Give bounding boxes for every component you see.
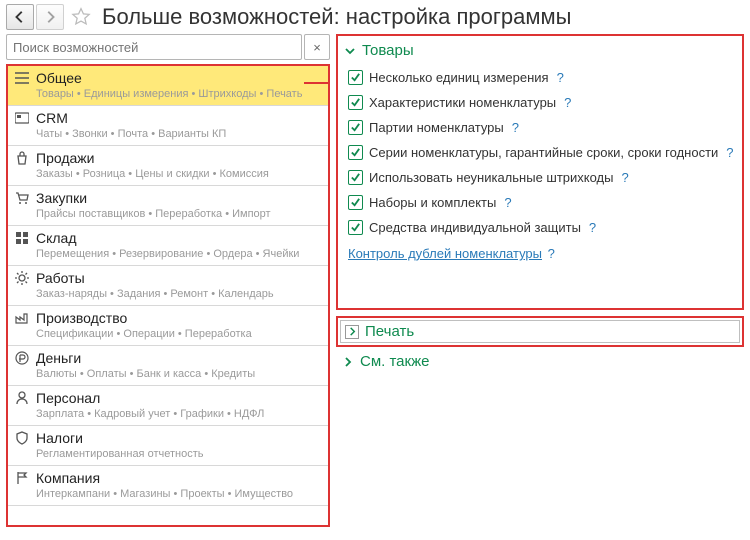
option-label: Несколько единиц измерения: [369, 70, 549, 85]
category-label: Закупки: [36, 190, 87, 206]
gear-icon: [14, 271, 30, 285]
chevron-right-icon: [345, 325, 359, 339]
grid-icon: [14, 231, 30, 245]
help-icon[interactable]: ?: [504, 195, 511, 210]
category-subtitle: Перемещения • Резервирование • Ордера • …: [36, 248, 322, 260]
help-icon[interactable]: ?: [589, 220, 596, 235]
nav-forward-button[interactable]: [36, 4, 64, 30]
category-subtitle: Зарплата • Кадровый учет • Графики • НДФ…: [36, 408, 322, 420]
help-icon[interactable]: ?: [557, 70, 564, 85]
chevron-down-icon: [344, 45, 356, 57]
category-item-1[interactable]: CRM Чаты • Звонки • Почта • Варианты КП: [8, 106, 328, 146]
category-subtitle: Товары • Единицы измерения • Штрихкоды •…: [36, 88, 322, 100]
option-row-0: Несколько единиц измерения?: [348, 65, 736, 90]
category-label: Работы: [36, 270, 85, 286]
help-icon[interactable]: ?: [622, 170, 629, 185]
category-label: Склад: [36, 230, 77, 246]
category-label: Компания: [36, 470, 100, 486]
section-goods-title: Товары: [362, 42, 414, 59]
page-title: Больше возможностей: настройка программы: [102, 4, 571, 30]
section-seealso-title: См. также: [360, 353, 429, 370]
search-clear-button[interactable]: ×: [304, 34, 330, 60]
favorite-star-icon[interactable]: [68, 4, 94, 30]
option-row-2: Партии номенклатуры?: [348, 115, 736, 140]
option-checkbox[interactable]: [348, 170, 363, 185]
option-checkbox[interactable]: [348, 120, 363, 135]
category-label: Производство: [36, 310, 127, 326]
nav-back-button[interactable]: [6, 4, 34, 30]
chevron-right-icon: [342, 356, 354, 368]
category-item-9[interactable]: Налоги Регламентированная отчетность: [8, 426, 328, 466]
duplicates-control-link[interactable]: Контроль дублей номенклатуры: [348, 246, 542, 261]
category-item-5[interactable]: Работы Заказ-наряды • Задания • Ремонт • …: [8, 266, 328, 306]
help-icon[interactable]: ?: [548, 246, 555, 261]
section-goods: Товары Несколько единиц измерения?Характ…: [336, 34, 744, 310]
option-label: Средства индивидуальной защиты: [369, 220, 581, 235]
bag-icon: [14, 151, 30, 165]
card-icon: [14, 111, 30, 125]
ruble-icon: [14, 351, 30, 365]
category-label: Продажи: [36, 150, 94, 166]
help-icon[interactable]: ?: [512, 120, 519, 135]
arrow-right-icon: [43, 10, 57, 24]
search-input[interactable]: [6, 34, 302, 60]
category-list: Общее Товары • Единицы измерения • Штрихк…: [6, 64, 330, 527]
category-item-7[interactable]: Деньги Валюты • Оплаты • Банк и касса • К…: [8, 346, 328, 386]
option-label: Партии номенклатуры: [369, 120, 504, 135]
section-goods-header[interactable]: Товары: [344, 40, 736, 65]
flag-icon: [14, 471, 30, 485]
category-item-2[interactable]: Продажи Заказы • Розница • Цены и скидки …: [8, 146, 328, 186]
option-checkbox[interactable]: [348, 145, 363, 160]
option-row-1: Характеристики номенклатуры?: [348, 90, 736, 115]
option-label: Использовать неуникальные штрихкоды: [369, 170, 614, 185]
option-checkbox[interactable]: [348, 70, 363, 85]
factory-icon: [14, 311, 30, 325]
option-checkbox[interactable]: [348, 95, 363, 110]
section-print-header[interactable]: Печать: [340, 320, 740, 343]
category-label: Персонал: [36, 390, 100, 406]
help-icon[interactable]: ?: [564, 95, 571, 110]
option-label: Характеристики номенклатуры: [369, 95, 556, 110]
category-subtitle: Заказы • Розница • Цены и скидки • Комис…: [36, 168, 322, 180]
category-subtitle: Чаты • Звонки • Почта • Варианты КП: [36, 128, 322, 140]
option-label: Серии номенклатуры, гарантийные сроки, с…: [369, 145, 718, 160]
category-item-8[interactable]: Персонал Зарплата • Кадровый учет • Графи…: [8, 386, 328, 426]
person-icon: [14, 391, 30, 405]
category-subtitle: Регламентированная отчетность: [36, 448, 322, 460]
option-row-4: Использовать неуникальные штрихкоды?: [348, 165, 736, 190]
option-checkbox[interactable]: [348, 220, 363, 235]
list-icon: [14, 71, 30, 85]
help-icon[interactable]: ?: [726, 145, 733, 160]
option-row-3: Серии номенклатуры, гарантийные сроки, с…: [348, 140, 736, 165]
category-label: Налоги: [36, 430, 83, 446]
category-item-3[interactable]: Закупки Прайсы поставщиков • Переработка …: [8, 186, 328, 226]
category-subtitle: Спецификации • Операции • Переработка: [36, 328, 322, 340]
category-subtitle: Заказ-наряды • Задания • Ремонт • Календ…: [36, 288, 322, 300]
category-subtitle: Интеркампани • Магазины • Проекты • Имущ…: [36, 488, 322, 500]
category-subtitle: Прайсы поставщиков • Переработка • Импор…: [36, 208, 322, 220]
section-print-title: Печать: [365, 323, 414, 340]
section-seealso-header[interactable]: См. также: [342, 351, 738, 376]
cart-icon: [14, 191, 30, 205]
section-print: Печать: [336, 316, 744, 347]
arrow-left-icon: [13, 10, 27, 24]
option-row-5: Наборы и комплекты?: [348, 190, 736, 215]
category-item-6[interactable]: Производство Спецификации • Операции • Пе…: [8, 306, 328, 346]
category-item-10[interactable]: Компания Интеркампани • Магазины • Проект…: [8, 466, 328, 506]
option-row-6: Средства индивидуальной защиты?: [348, 215, 736, 240]
category-item-0[interactable]: Общее Товары • Единицы измерения • Штрихк…: [8, 66, 328, 106]
category-label: CRM: [36, 110, 68, 126]
shield-icon: [14, 431, 30, 445]
category-subtitle: Валюты • Оплаты • Банк и касса • Кредиты: [36, 368, 322, 380]
option-checkbox[interactable]: [348, 195, 363, 210]
category-item-4[interactable]: Склад Перемещения • Резервирование • Орде…: [8, 226, 328, 266]
category-label: Деньги: [36, 350, 81, 366]
category-label: Общее: [36, 70, 82, 86]
option-label: Наборы и комплекты: [369, 195, 496, 210]
